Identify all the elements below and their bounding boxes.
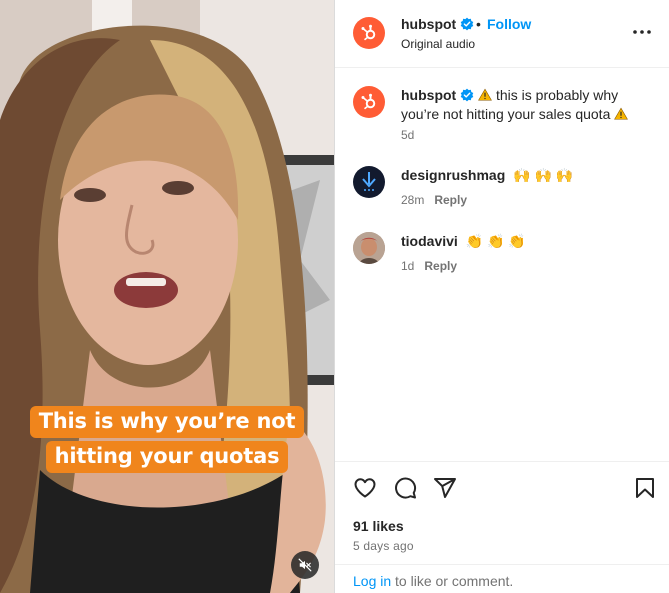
caption-line-2: hitting your quotas [0, 441, 334, 473]
comment-text: 👏 👏 👏 [465, 233, 526, 249]
header-separator: • [476, 16, 481, 32]
action-bar: 91 likes 5 days ago [335, 461, 669, 564]
comment-username[interactable]: tiodavivi [401, 233, 458, 249]
reply-button[interactable]: Reply [434, 193, 467, 207]
comment-item: designrushmag 🙌 🙌 🙌 28m Reply [353, 166, 653, 216]
follow-button[interactable]: Follow [487, 16, 531, 32]
comment-time: 28m [401, 193, 425, 207]
hubspot-logo-icon [361, 24, 376, 41]
mute-button[interactable] [291, 551, 319, 579]
verified-badge-icon [460, 88, 474, 102]
paper-plane-icon[interactable] [433, 476, 457, 500]
comments-list: hubspot this is probably why you’re not … [335, 69, 669, 461]
video-frame [0, 0, 334, 593]
reply-button[interactable]: Reply [424, 259, 457, 273]
comment-item: tiodavivi 👏 👏 👏 1d Reply [353, 232, 653, 282]
header-username[interactable]: hubspot [401, 16, 474, 32]
hubspot-avatar[interactable] [353, 86, 385, 118]
caption-line-1: This is why you’re not [0, 406, 334, 438]
tiodavivi-avatar[interactable] [353, 232, 385, 264]
more-horizontal-icon[interactable] [631, 22, 653, 42]
login-prompt-text: Log in to like or comment. [353, 573, 513, 589]
post-header: hubspot • Follow Original audio [335, 0, 669, 68]
designrush-logo-icon [362, 172, 376, 191]
likes-count[interactable]: 91 likes [353, 518, 404, 534]
comment-meta: 5d [401, 128, 414, 142]
post-date[interactable]: 5 days ago [353, 539, 414, 553]
login-prompt-rest: to like or comment. [391, 573, 514, 589]
speaker-muted-icon [298, 558, 312, 572]
comment-time: 5d [401, 128, 415, 142]
bookmark-icon[interactable] [633, 476, 657, 500]
verified-badge-icon [460, 17, 474, 31]
comment-meta: 1d Reply [401, 259, 457, 273]
comment-username[interactable]: designrushmag [401, 167, 505, 183]
warning-icon [478, 88, 493, 101]
warning-icon [614, 107, 629, 120]
original-audio-link[interactable]: Original audio [401, 37, 475, 51]
profile-photo [353, 232, 385, 264]
comment-time: 1d [401, 259, 415, 273]
hubspot-avatar[interactable] [353, 17, 385, 49]
hubspot-logo-icon [361, 93, 376, 110]
comment-bubble-icon[interactable] [393, 476, 417, 500]
comment-meta: 28m Reply [401, 193, 467, 207]
post-sidebar: hubspot • Follow Original audio hubspot … [334, 0, 669, 593]
comment-body: designrushmag 🙌 🙌 🙌 [401, 166, 651, 185]
caption-comment: hubspot this is probably why you’re not … [353, 86, 653, 146]
reel-video[interactable]: This is why you’re not hitting your quot… [0, 0, 334, 593]
heart-icon[interactable] [353, 476, 377, 500]
login-link[interactable]: Log in [353, 573, 391, 589]
comment-username[interactable]: hubspot [401, 87, 456, 103]
designrushmag-avatar[interactable] [353, 166, 385, 198]
comment-body: hubspot this is probably why you’re not … [401, 86, 651, 124]
comment-body: tiodavivi 👏 👏 👏 [401, 232, 651, 251]
login-prompt: Log in to like or comment. [335, 564, 669, 593]
comment-text: 🙌 🙌 🙌 [513, 167, 574, 183]
